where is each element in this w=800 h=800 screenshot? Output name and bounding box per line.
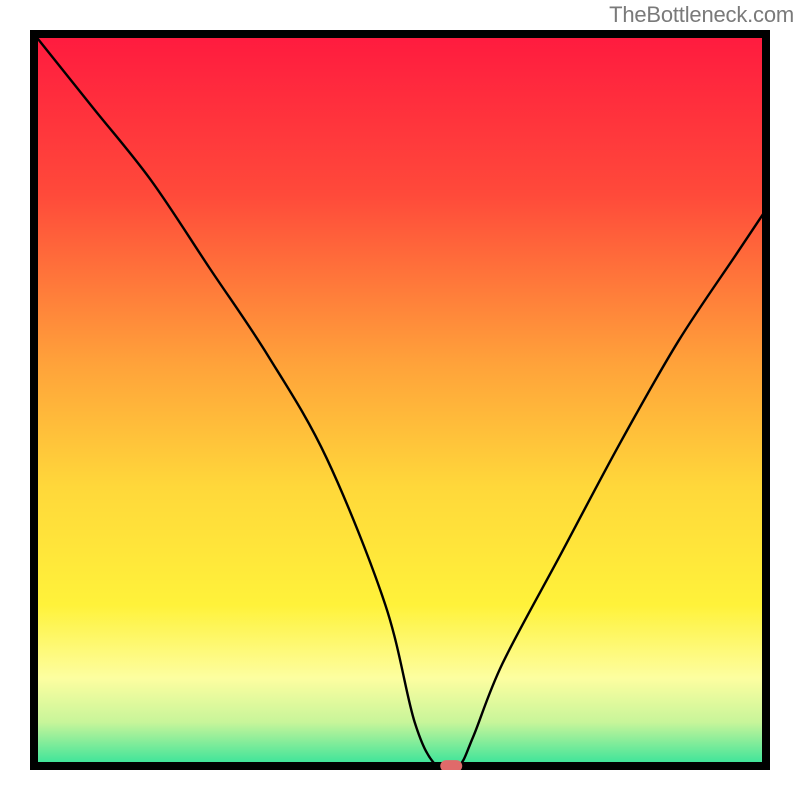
attribution-label: TheBottleneck.com bbox=[609, 2, 794, 28]
bottleneck-chart: TheBottleneck.com bbox=[0, 0, 800, 800]
target-pill-marker bbox=[440, 760, 462, 770]
plot-svg bbox=[30, 30, 770, 770]
